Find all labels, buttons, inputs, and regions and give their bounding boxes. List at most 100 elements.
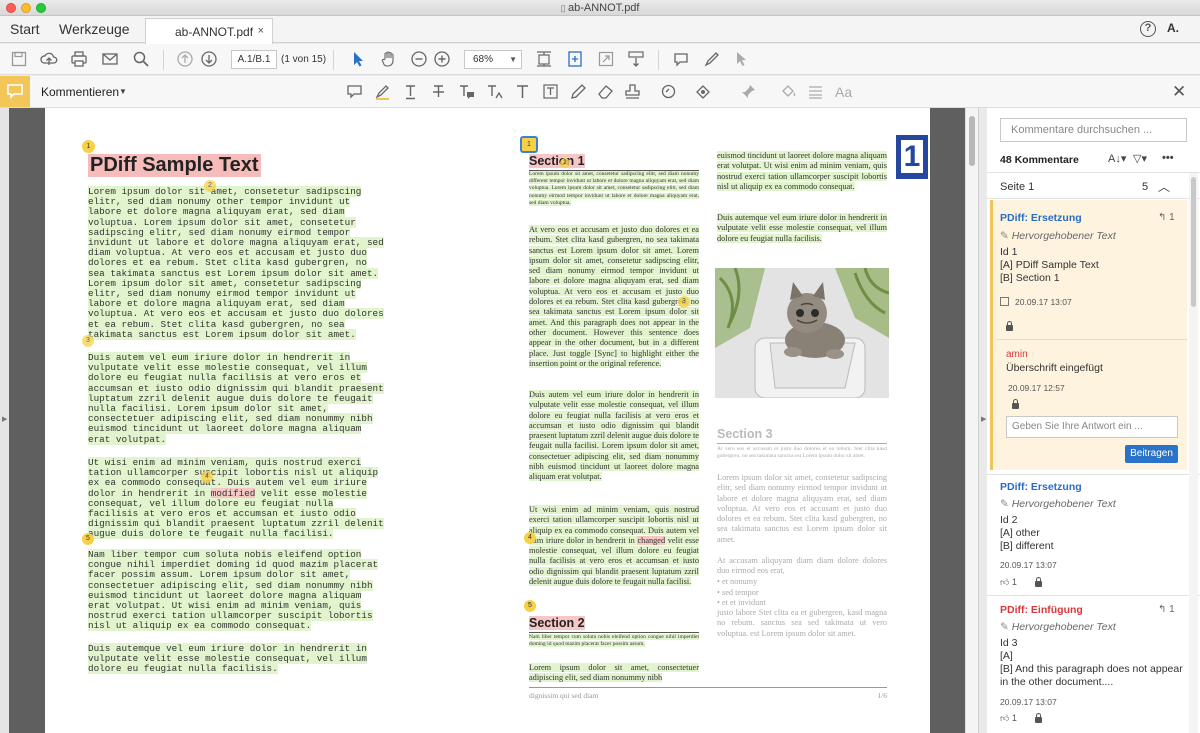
panel-divider [987, 474, 1200, 475]
help-icon[interactable]: ? [1140, 21, 1156, 37]
annotation-marker[interactable]: 3 [82, 335, 94, 347]
doc-a-paragraph-2: Duis autem vel eum iriure dolor in hendr… [88, 352, 384, 445]
eraser-icon[interactable] [597, 83, 614, 100]
chevron-down-icon[interactable]: ▼ [119, 87, 127, 96]
annotation-marker[interactable]: 3 [678, 296, 690, 308]
pencil-icon[interactable] [570, 83, 587, 100]
email-icon[interactable] [101, 50, 119, 68]
chevron-up-icon[interactable]: ︿ [1158, 178, 1170, 195]
reply-icon[interactable]: ↰ 1 [1158, 212, 1175, 223]
previous-page-icon[interactable] [176, 50, 194, 68]
comment-bubble-icon[interactable] [672, 50, 690, 68]
annotation-marker[interactable]: 5 [524, 600, 536, 612]
tab-tools[interactable]: Werkzeuge [59, 21, 130, 37]
comment-toolbar: Kommentieren ▼ Aa ✕ [0, 76, 1200, 108]
annotation-marker[interactable]: 4 [524, 532, 536, 544]
left-panel-toggle[interactable]: ▶ [0, 108, 9, 733]
like-button[interactable]: 👍︎ 1 [1000, 713, 1017, 724]
tab-close-icon[interactable]: × [258, 25, 264, 37]
section-3-heading: Section 3 [717, 425, 887, 444]
comment-mode-icon [0, 76, 30, 107]
zoom-in-icon[interactable] [433, 50, 451, 68]
save-icon[interactable] [10, 50, 28, 68]
checkbox[interactable] [1000, 297, 1009, 306]
scrollbar-thumb[interactable] [969, 116, 975, 166]
cloud-upload-icon[interactable] [40, 50, 58, 68]
annotation-marker-selected[interactable]: 1 [520, 136, 538, 153]
filter-icon[interactable]: ▽▾ [1133, 152, 1147, 165]
doc-a-paragraph-1: Lorem ipsum dolor sit amet, consetetur s… [88, 186, 384, 340]
section-3-bullet: • sed tempor [717, 588, 759, 597]
close-comment-toolbar-icon[interactable]: ✕ [1172, 82, 1186, 102]
annotation-marker[interactable]: 4 [201, 471, 213, 483]
page-group-label[interactable]: Seite 1 [1000, 181, 1034, 193]
section-2-heading: Section 2 [529, 614, 699, 633]
user-account-button[interactable]: A. [1167, 21, 1179, 35]
full-screen-icon[interactable] [597, 50, 615, 68]
pen-icon[interactable] [703, 50, 721, 68]
shapes-icon[interactable] [695, 83, 712, 100]
comment-3[interactable]: PDiff: Einfügung [1000, 604, 1083, 616]
comments-scrollbar[interactable] [1189, 173, 1198, 733]
search-icon[interactable] [132, 50, 150, 68]
print-icon[interactable] [70, 50, 88, 68]
reply-body: Überschrift eingefügt [1006, 362, 1103, 374]
thumbs-up-icon: 👍︎ [1000, 713, 1010, 723]
annotation-marker[interactable]: 2 [560, 158, 570, 168]
zoom-window-button[interactable] [36, 3, 46, 13]
insert-text-icon[interactable] [486, 83, 503, 100]
comments-search-input[interactable]: Kommentare durchsuchen ... [1000, 118, 1187, 142]
attach-file-icon[interactable] [660, 83, 677, 100]
tab-start[interactable]: Start [10, 21, 40, 37]
like-button[interactable]: 👍︎ 1 [1000, 577, 1017, 588]
toolbar-divider [333, 50, 334, 70]
window-title: ab-ANNOT.pdf [567, 2, 640, 14]
comment-2[interactable]: PDiff: Ersetzung [1000, 481, 1082, 493]
stamp-icon[interactable] [624, 83, 641, 100]
next-page-icon[interactable] [200, 50, 218, 68]
annotation-marker[interactable]: 2 [204, 180, 216, 192]
hand-tool-icon[interactable] [380, 50, 398, 68]
text-box-icon[interactable] [542, 83, 559, 100]
pin-icon[interactable] [740, 83, 757, 100]
reply-divider [996, 339, 1188, 340]
line-style-icon[interactable] [807, 83, 824, 100]
scrollbar-thumb[interactable] [1191, 177, 1196, 307]
fit-page-icon[interactable] [535, 50, 553, 68]
tab-document[interactable]: ab-ANNOT.pdf × [145, 18, 273, 44]
submit-reply-button[interactable]: Beitragen [1125, 445, 1178, 463]
close-window-button[interactable] [6, 3, 16, 13]
comment-type: ✎ Hervorgehobener Text [1000, 621, 1116, 633]
zoom-select[interactable]: 68% ▼ [464, 50, 522, 69]
page-footer: dignissim qui sed diam 1/6 [529, 687, 887, 700]
underline-text-icon[interactable] [402, 83, 419, 100]
comment-1[interactable]: PDiff: Ersetzung [1000, 212, 1082, 224]
document-scrollbar[interactable] [965, 108, 978, 733]
strikethrough-text-icon[interactable] [430, 83, 447, 100]
minimize-window-button[interactable] [21, 3, 31, 13]
pointer-tool-icon[interactable] [733, 50, 751, 68]
annotation-marker[interactable]: 1 [82, 140, 95, 153]
tab-document-label: ab-ANNOT.pdf [175, 25, 254, 39]
comments-count: 48 Kommentare [1000, 154, 1079, 166]
right-panel-toggle[interactable]: ▶ [978, 108, 987, 733]
select-cursor-icon[interactable] [349, 50, 367, 68]
text-font-icon[interactable]: Aa [835, 84, 852, 101]
add-text-icon[interactable] [514, 83, 531, 100]
reply-input[interactable]: Geben Sie Ihre Antwort ein ... [1006, 416, 1178, 438]
fill-color-icon[interactable] [780, 83, 797, 100]
sort-icon[interactable]: A↓▾ [1108, 152, 1126, 165]
annotation-marker[interactable]: 5 [82, 533, 94, 545]
replace-text-icon[interactable] [458, 83, 475, 100]
changed-word: changed [637, 535, 666, 545]
page-number-input[interactable]: A.1/B.1 [231, 50, 277, 69]
zoom-out-icon[interactable] [410, 50, 428, 68]
sticky-note-icon[interactable] [346, 83, 363, 100]
more-options-icon[interactable]: ••• [1162, 152, 1174, 164]
footer-text: dignissim qui sed diam [529, 691, 599, 700]
reply-icon[interactable]: ↰ 1 [1158, 604, 1175, 615]
comment-mode-label[interactable]: Kommentieren [41, 85, 119, 99]
scroll-mode-icon[interactable] [627, 50, 645, 68]
highlight-icon[interactable] [374, 83, 391, 100]
fit-width-icon[interactable] [566, 50, 584, 68]
